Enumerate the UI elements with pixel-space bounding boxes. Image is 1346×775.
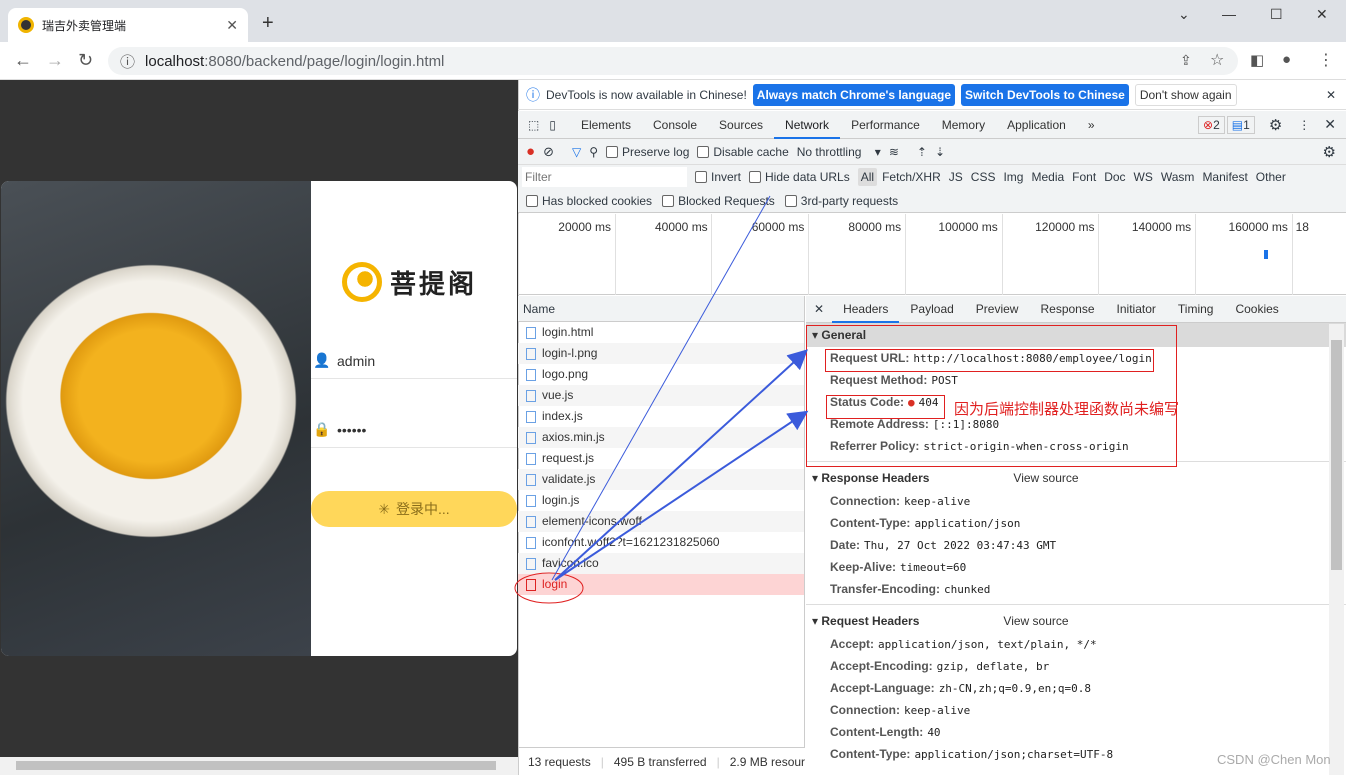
arrow-to-url xyxy=(554,349,808,581)
login-circle xyxy=(514,572,584,604)
arrow-to-status xyxy=(554,410,809,581)
annotation-arrows xyxy=(514,195,809,604)
thin-arrow-line xyxy=(551,195,771,581)
watermark: CSDN @Chen Mon xyxy=(1217,752,1331,767)
